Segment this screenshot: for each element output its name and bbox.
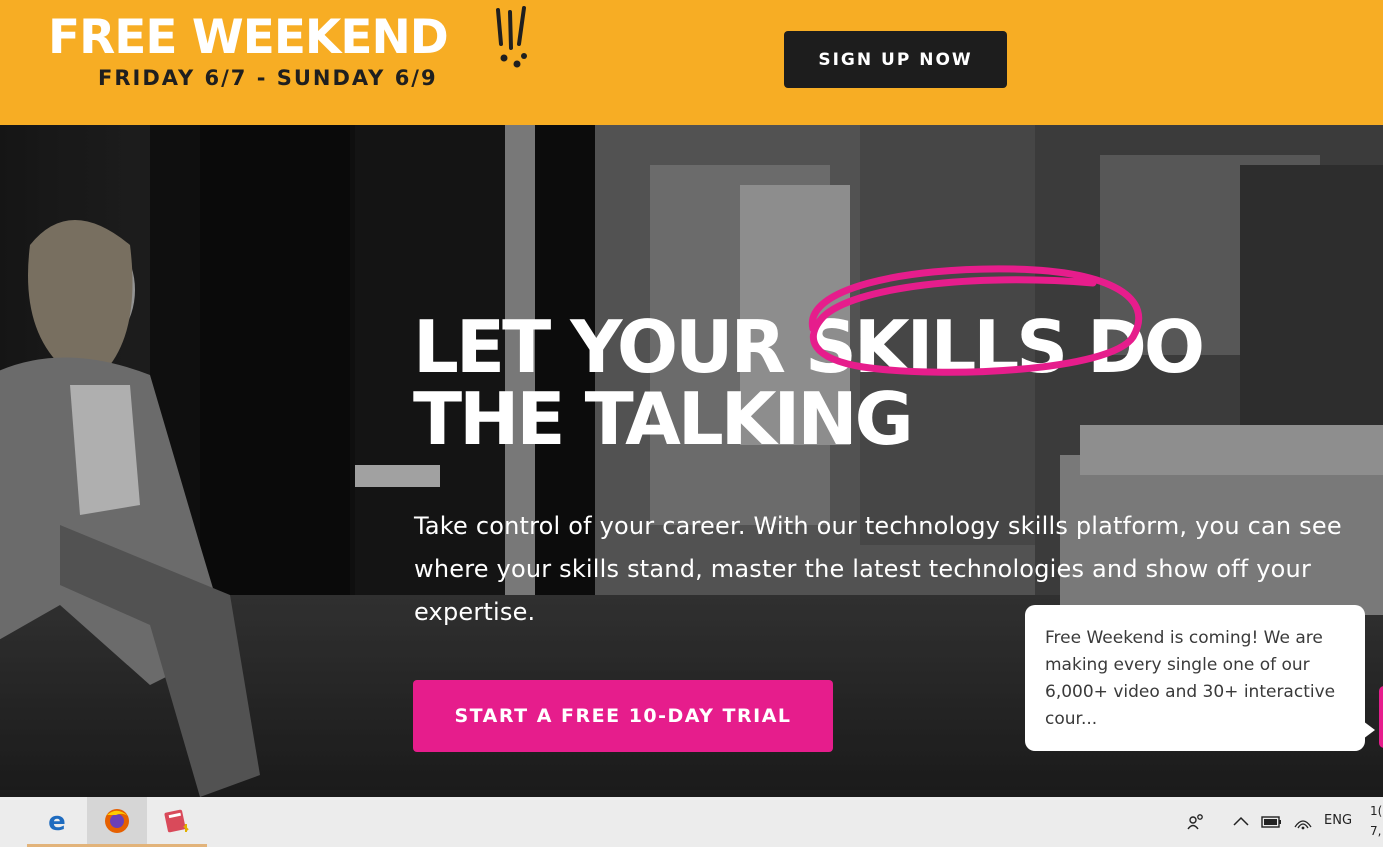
- wifi-icon: [1294, 820, 1312, 830]
- chat-launcher-button[interactable]: [1379, 686, 1383, 748]
- headline-highlight-text: SKILLS: [805, 305, 1068, 389]
- svg-text:e: e: [48, 807, 66, 836]
- tray-show-hidden[interactable]: [1232, 797, 1250, 847]
- chat-message: Free Weekend is coming! We are making ev…: [1045, 628, 1336, 729]
- windows-taskbar: e ENG 1(7,: [0, 797, 1383, 847]
- clock-time: 1(: [1370, 804, 1383, 818]
- firefox-icon: [105, 808, 129, 833]
- hero-headline: LET YOUR SKILLS DO THE TALKING: [413, 265, 1205, 461]
- taskbar-app-edge[interactable]: e: [27, 797, 87, 847]
- start-free-trial-button[interactable]: START A FREE 10-DAY TRIAL: [413, 680, 833, 752]
- tray-language[interactable]: ENG: [1324, 813, 1352, 828]
- tray-people[interactable]: [1186, 797, 1206, 847]
- promo-title: FREE WEEKEND: [48, 10, 449, 65]
- tray-network[interactable]: [1293, 797, 1313, 847]
- people-icon: [1187, 814, 1203, 830]
- promo-banner: FREE WEEKEND FRIDAY 6/7 - SUNDAY 6/9 SIG…: [0, 0, 1383, 125]
- headline-line-2: THE TALKING: [413, 377, 914, 461]
- promo-dates: FRIDAY 6/7 - SUNDAY 6/9: [98, 66, 438, 90]
- start-button[interactable]: [0, 797, 10, 847]
- taskbar-app-firefox[interactable]: [87, 797, 147, 847]
- taskbar-app-notebook[interactable]: [147, 797, 207, 847]
- sign-up-now-button[interactable]: SIGN UP NOW: [784, 31, 1007, 88]
- tray-clock[interactable]: 1( 7,: [1370, 801, 1383, 841]
- headline-highlight: SKILLS: [805, 265, 1143, 383]
- battery-icon: [1261, 816, 1281, 828]
- chat-notification-bubble[interactable]: Free Weekend is coming! We are making ev…: [1025, 605, 1375, 751]
- tray-battery[interactable]: [1261, 797, 1283, 847]
- chevron-up-icon: [1233, 816, 1249, 826]
- notebook-app-icon: [164, 809, 189, 832]
- headline-line-1: LET YOUR SKILLS DO: [413, 265, 1205, 383]
- exclamation-marks-icon: [496, 6, 527, 68]
- headline-part-2: DO: [1065, 305, 1205, 389]
- clock-date: 7,: [1370, 824, 1382, 838]
- edge-icon: e: [48, 807, 66, 836]
